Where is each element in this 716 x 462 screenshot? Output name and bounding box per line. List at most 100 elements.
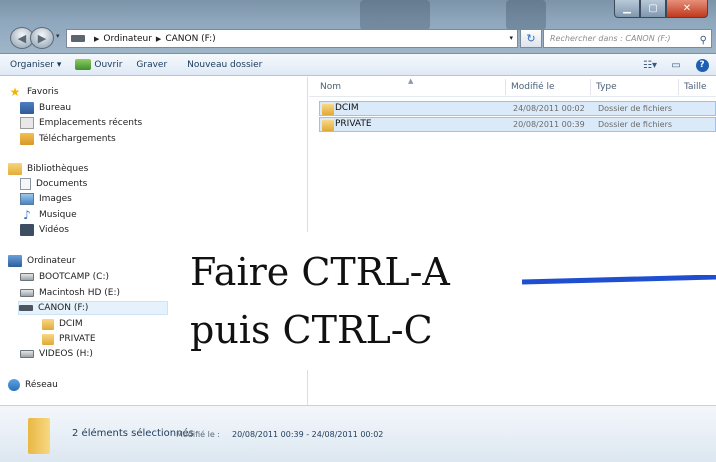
chevron-right-icon[interactable]: ▶ <box>94 35 99 43</box>
column-header-name[interactable]: Nom <box>320 82 341 92</box>
sidebar-label: VIDEOS (H:) <box>39 349 93 359</box>
maximize-button[interactable]: ▢ <box>640 0 666 18</box>
sidebar-label: BOOTCAMP (C:) <box>39 272 109 282</box>
recent-pages-dropdown[interactable]: ▾ <box>56 32 60 40</box>
sidebar-label: CANON (F:) <box>38 303 89 313</box>
preview-pane-icon[interactable]: ▭ <box>666 57 686 73</box>
sidebar-item-music[interactable]: ♪ Musique <box>20 208 77 222</box>
column-divider[interactable] <box>590 79 591 95</box>
modified-value: 20/08/2011 00:39 - 24/08/2011 00:02 <box>232 430 384 439</box>
removable-drive-icon <box>19 305 33 311</box>
file-modified: 20/08/2011 00:39 <box>513 120 585 129</box>
sidebar-item-documents[interactable]: Documents <box>20 177 87 191</box>
search-placeholder: Rechercher dans : CANON (F:) <box>550 34 671 43</box>
folder-icon <box>28 418 50 454</box>
sidebar-libraries[interactable]: Bibliothèques <box>8 162 88 176</box>
hard-drive-icon <box>20 273 34 281</box>
sidebar-item-videos[interactable]: Vidéos <box>20 223 69 237</box>
open-label: Ouvrir <box>94 59 123 70</box>
sidebar-label: Bibliothèques <box>27 164 89 174</box>
sidebar-label: Téléchargements <box>39 134 116 144</box>
search-input[interactable]: Rechercher dans : CANON (F:) ⚲ <box>543 29 712 48</box>
folder-icon <box>42 333 54 345</box>
file-type: Dossier de fichiers <box>598 120 673 129</box>
sidebar-item-videos-drive[interactable]: VIDEOS (H:) <box>20 347 93 361</box>
forward-button[interactable]: ▶ <box>30 27 54 49</box>
caption-buttons: ▁ ▢ ✕ <box>614 0 708 18</box>
sort-ascending-icon: ▲ <box>408 77 414 85</box>
folder-icon <box>42 318 54 330</box>
arrow-right-icon: ▶ <box>37 31 47 45</box>
sidebar-label: Images <box>39 194 72 204</box>
column-header-size[interactable]: Taille <box>684 82 707 92</box>
breadcrumb-computer[interactable]: Ordinateur <box>103 34 152 44</box>
sidebar-label: Vidéos <box>39 225 69 235</box>
file-modified: 24/08/2011 00:02 <box>513 104 585 113</box>
window-titlebar: ▁ ▢ ✕ ◀ ▶ ▾ ▶ Ordinateur ▶ CANON (F:) ▾ … <box>0 0 716 54</box>
recent-places-icon <box>20 117 34 129</box>
sidebar-label: Macintosh HD (E:) <box>39 288 121 298</box>
sidebar-item-recent[interactable]: Emplacements récents <box>20 116 142 130</box>
minimize-button[interactable]: ▁ <box>614 0 640 18</box>
sidebar-label: Réseau <box>25 380 58 390</box>
sidebar-label: Musique <box>39 210 77 220</box>
sidebar-item-images[interactable]: Images <box>20 192 72 206</box>
downloads-icon <box>20 133 34 145</box>
network-icon <box>8 379 20 391</box>
file-type: Dossier de fichiers <box>598 104 673 113</box>
command-bar: Organiser ▾ Ouvrir Graver Nouveau dossie… <box>0 54 716 76</box>
sidebar-label: Documents <box>36 179 88 189</box>
sidebar-item-dcim[interactable]: DCIM <box>42 317 83 331</box>
star-icon: ★ <box>9 85 21 99</box>
breadcrumb-canon[interactable]: CANON (F:) <box>165 34 215 44</box>
libraries-icon <box>8 163 22 175</box>
search-icon[interactable]: ⚲ <box>700 32 707 49</box>
sidebar-computer[interactable]: Ordinateur <box>8 254 76 268</box>
sidebar-item-canon[interactable]: CANON (F:) <box>18 301 168 315</box>
help-icon: ? <box>695 58 709 72</box>
folder-icon <box>322 120 334 131</box>
column-divider[interactable] <box>505 79 506 95</box>
refresh-button[interactable]: ↻ <box>520 29 542 48</box>
sidebar-label: Bureau <box>39 103 72 113</box>
file-name: PRIVATE <box>335 119 372 129</box>
new-folder-button[interactable]: Nouveau dossier <box>187 60 262 70</box>
open-icon <box>75 59 92 70</box>
sidebar-item-private[interactable]: PRIVATE <box>42 332 96 346</box>
burn-button[interactable]: Graver <box>136 60 167 70</box>
annotation-line-2: puis CTRL-C <box>190 308 433 352</box>
video-icon <box>20 224 34 236</box>
chevron-right-icon[interactable]: ▶ <box>156 35 161 43</box>
organize-button[interactable]: Organiser ▾ <box>10 60 61 70</box>
view-options-icon[interactable]: ☷▾ <box>640 57 660 73</box>
table-row[interactable]: PRIVATE 20/08/2011 00:39 Dossier de fich… <box>319 117 716 132</box>
address-bar[interactable]: ▶ Ordinateur ▶ CANON (F:) ▾ <box>66 29 518 48</box>
sidebar-item-downloads[interactable]: Téléchargements <box>20 132 116 146</box>
annotation-arrow <box>522 275 716 285</box>
table-row[interactable]: DCIM 24/08/2011 00:02 Dossier de fichier… <box>319 101 716 116</box>
sidebar-network[interactable]: Réseau <box>8 378 58 392</box>
sidebar-favorites[interactable]: ★ Favoris <box>8 85 59 99</box>
open-button[interactable]: Ouvrir <box>75 59 122 70</box>
view-controls: ☷▾ ▭ ? <box>634 57 712 73</box>
close-button[interactable]: ✕ <box>666 0 708 18</box>
annotation-line-1: Faire CTRL-A <box>190 250 450 294</box>
file-name: DCIM <box>335 103 359 113</box>
images-icon <box>20 193 34 205</box>
help-button[interactable]: ? <box>692 57 712 73</box>
column-header-modified[interactable]: Modifié le <box>511 82 555 92</box>
details-pane: 2 éléments sélectionnés Modifié le : 20/… <box>0 405 716 462</box>
sidebar-item-macintosh-hd[interactable]: Macintosh HD (E:) <box>20 286 120 300</box>
navigation-row: ◀ ▶ ▾ ▶ Ordinateur ▶ CANON (F:) ▾ ↻ Rech… <box>10 26 712 50</box>
sidebar-item-bootcamp[interactable]: BOOTCAMP (C:) <box>20 270 109 284</box>
chevron-down-icon[interactable]: ▾ <box>509 34 513 42</box>
sidebar-label: DCIM <box>59 319 83 329</box>
column-divider[interactable] <box>678 79 679 95</box>
column-header-type[interactable]: Type <box>596 82 617 92</box>
sidebar-label: Emplacements récents <box>39 118 143 128</box>
sidebar-label: Ordinateur <box>27 256 76 266</box>
computer-icon <box>8 255 22 267</box>
sidebar-item-desktop[interactable]: Bureau <box>20 101 71 115</box>
desktop-icon <box>20 102 34 114</box>
refresh-icon: ↻ <box>526 32 536 45</box>
